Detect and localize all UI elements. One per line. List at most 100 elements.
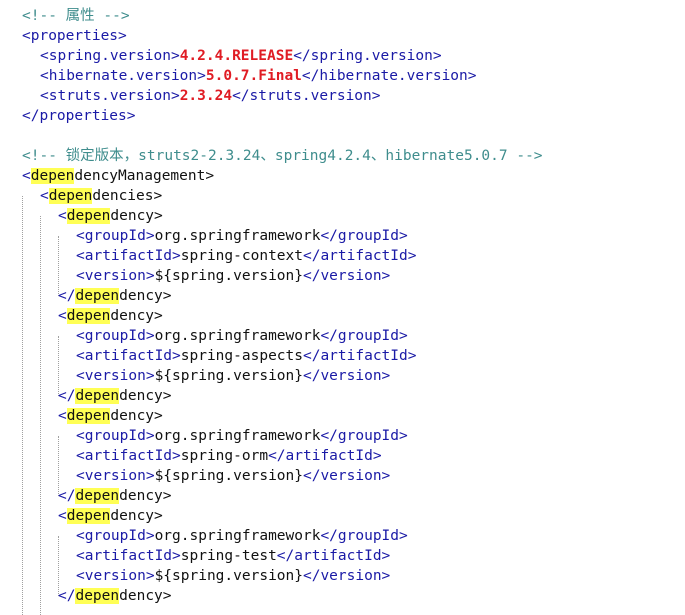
code-line[interactable]: <hibernate.version>5.0.7.Final</hibernat… bbox=[40, 66, 477, 86]
code-tag: </groupId> bbox=[320, 428, 408, 444]
code-text: spring-test bbox=[180, 548, 277, 564]
code-line[interactable]: <version>${spring.version}</version> bbox=[76, 566, 390, 586]
code-text: org.springframework bbox=[154, 228, 321, 244]
code-line[interactable]: </dependency> bbox=[58, 486, 172, 506]
code-tag: </artifactId> bbox=[268, 448, 382, 464]
code-comment: <!-- 锁定版本，struts2-2.3.24、spring4.2.4、hib… bbox=[22, 148, 543, 164]
code-text: spring-orm bbox=[180, 448, 269, 464]
code-line[interactable]: <dependency> bbox=[58, 206, 163, 226]
code-tag: </spring.version> bbox=[293, 48, 442, 64]
code-text: dency> bbox=[110, 508, 163, 524]
code-text: dency> bbox=[119, 488, 172, 504]
search-highlight: depen bbox=[30, 168, 75, 184]
code-text: dency> bbox=[110, 308, 163, 324]
code-tag: <artifactId> bbox=[76, 548, 181, 564]
code-line[interactable]: </properties> bbox=[22, 106, 136, 126]
search-highlight: depen bbox=[75, 488, 120, 504]
code-text: ${spring.version} bbox=[154, 368, 303, 384]
code-line[interactable]: <struts.version>2.3.24</struts.version> bbox=[40, 86, 380, 106]
code-text: ${spring.version} bbox=[154, 568, 303, 584]
code-line[interactable]: <groupId>org.springframework</groupId> bbox=[76, 226, 408, 246]
code-line[interactable]: </dependency> bbox=[58, 586, 172, 606]
code-line[interactable]: <groupId>org.springframework</groupId> bbox=[76, 526, 408, 546]
code-tag: <version> bbox=[76, 568, 155, 584]
code-tag: </artifactId> bbox=[302, 348, 417, 364]
code-text: dencies> bbox=[92, 188, 163, 204]
code-tag: <hibernate.version> bbox=[40, 68, 206, 84]
code-text: dency> bbox=[119, 288, 172, 304]
code-tag: <version> bbox=[76, 268, 155, 284]
code-tag: <spring.version> bbox=[40, 48, 180, 64]
code-tag: </version> bbox=[302, 568, 391, 584]
code-line[interactable]: <version>${spring.version}</version> bbox=[76, 366, 390, 386]
code-text: dency> bbox=[110, 408, 163, 424]
code-line[interactable]: <properties> bbox=[22, 26, 127, 46]
code-line[interactable]: <artifactId>spring-aspects</artifactId> bbox=[76, 346, 416, 366]
code-tag: <properties> bbox=[22, 28, 127, 44]
code-line[interactable]: <dependency> bbox=[58, 306, 163, 326]
code-editor[interactable]: <!-- 属性 --> <properties> <spring.version>4… bbox=[0, 0, 685, 615]
code-line[interactable]: <version>${spring.version}</version> bbox=[76, 466, 390, 486]
code-tag: <struts.version> bbox=[40, 88, 180, 104]
code-line[interactable]: </dependency> bbox=[58, 386, 172, 406]
code-line[interactable]: <!-- 锁定版本，struts2-2.3.24、spring4.2.4、hib… bbox=[22, 146, 543, 166]
code-tag: <groupId> bbox=[76, 428, 155, 444]
code-comment: <!-- 属性 --> bbox=[22, 8, 130, 24]
code-line[interactable]: <dependencies> bbox=[40, 186, 162, 206]
search-highlight: depen bbox=[66, 408, 111, 424]
code-line[interactable]: <dependency> bbox=[58, 506, 163, 526]
code-line[interactable]: </dependency> bbox=[58, 286, 172, 306]
code-line[interactable]: <groupId>org.springframework</groupId> bbox=[76, 426, 408, 446]
code-tag: </ bbox=[58, 288, 76, 304]
code-tag: </properties> bbox=[22, 108, 136, 124]
code-tag: <groupId> bbox=[76, 528, 155, 544]
code-text: dency> bbox=[110, 208, 163, 224]
code-tag: <groupId> bbox=[76, 228, 155, 244]
code-value: 4.2.4.RELEASE bbox=[179, 48, 294, 64]
code-tag: < bbox=[58, 508, 67, 524]
code-tag: </groupId> bbox=[320, 328, 408, 344]
indent-guide bbox=[40, 216, 41, 615]
code-tag: </version> bbox=[302, 268, 391, 284]
search-highlight: depen bbox=[75, 288, 120, 304]
code-tag: </version> bbox=[302, 468, 391, 484]
code-tag: </struts.version> bbox=[232, 88, 381, 104]
code-line[interactable]: <!-- 属性 --> bbox=[22, 6, 130, 26]
code-tag: </groupId> bbox=[320, 228, 408, 244]
code-text: dency> bbox=[119, 388, 172, 404]
code-line[interactable]: <artifactId>spring-test</artifactId> bbox=[76, 546, 390, 566]
code-tag: < bbox=[58, 208, 67, 224]
code-tag: </groupId> bbox=[320, 528, 408, 544]
code-tag: < bbox=[40, 188, 49, 204]
code-tag: </artifactId> bbox=[276, 548, 391, 564]
code-line[interactable]: <artifactId>spring-orm</artifactId> bbox=[76, 446, 382, 466]
code-line[interactable]: <spring.version>4.2.4.RELEASE</spring.ve… bbox=[40, 46, 442, 66]
code-line[interactable]: <artifactId>spring-context</artifactId> bbox=[76, 246, 416, 266]
code-tag: <artifactId> bbox=[76, 448, 181, 464]
code-tag: < bbox=[58, 408, 67, 424]
search-highlight: depen bbox=[75, 388, 120, 404]
code-text: org.springframework bbox=[154, 428, 321, 444]
code-tag: </ bbox=[58, 388, 76, 404]
code-tag: <artifactId> bbox=[76, 348, 181, 364]
code-line[interactable]: <dependencyManagement> bbox=[22, 166, 214, 186]
code-tag: < bbox=[22, 168, 31, 184]
code-tag: </hibernate.version> bbox=[301, 68, 477, 84]
code-tag: </artifactId> bbox=[302, 248, 417, 264]
code-text: spring-aspects bbox=[180, 348, 303, 364]
code-line[interactable]: <groupId>org.springframework</groupId> bbox=[76, 326, 408, 346]
code-line[interactable]: <dependency> bbox=[58, 406, 163, 426]
search-highlight: depen bbox=[75, 588, 120, 604]
indent-guide bbox=[22, 196, 23, 615]
code-tag: <version> bbox=[76, 368, 155, 384]
search-highlight: depen bbox=[66, 508, 111, 524]
code-value: 5.0.7.Final bbox=[205, 68, 302, 84]
code-tag: </version> bbox=[302, 368, 391, 384]
code-tag: </ bbox=[58, 588, 76, 604]
code-tag: <artifactId> bbox=[76, 248, 181, 264]
code-text: org.springframework bbox=[154, 328, 321, 344]
code-tag: <version> bbox=[76, 468, 155, 484]
code-line[interactable]: <version>${spring.version}</version> bbox=[76, 266, 390, 286]
code-text: dencyManagement> bbox=[74, 168, 215, 184]
search-highlight: depen bbox=[48, 188, 93, 204]
